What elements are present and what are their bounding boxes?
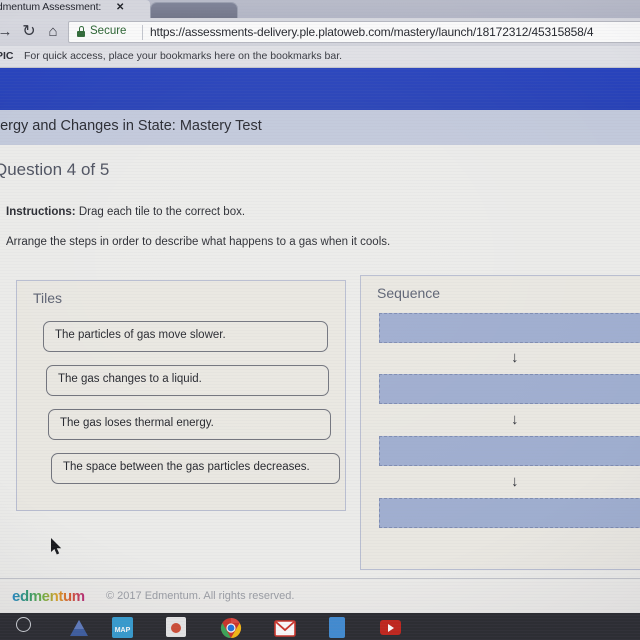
address-bar-divider xyxy=(142,25,143,40)
browser-toolbar: → ↻ ⌂ Secure https://assessments-deliver… xyxy=(0,18,640,46)
edmentum-logo: edmentum xyxy=(12,588,85,605)
assessment-title-band: nergy and Changes in State: Mastery Test xyxy=(0,110,640,145)
tile[interactable]: The particles of gas move slower. xyxy=(43,321,328,352)
docs-icon[interactable] xyxy=(326,617,348,639)
lock-icon xyxy=(77,26,85,37)
question-counter: Question 4 of 5 xyxy=(0,160,110,179)
tab-title: Edmentum Assessment: xyxy=(0,1,102,13)
screen-photo: Edmentum Assessment: ✕ → ↻ ⌂ Secure http… xyxy=(0,0,640,640)
maps-label: MAP xyxy=(112,617,133,638)
tile[interactable]: The space between the gas particles decr… xyxy=(51,453,340,484)
copyright-text: © 2017 Edmentum. All rights reserved. xyxy=(106,590,295,602)
sequence-dropzone[interactable] xyxy=(379,374,640,404)
bookmark-item[interactable]: PIC xyxy=(0,50,14,62)
home-icon[interactable]: ⌂ xyxy=(42,22,64,42)
instructions-text: Drag each tile to the correct box. xyxy=(75,206,246,218)
reload-icon[interactable]: ↻ xyxy=(18,22,40,42)
drive-icon[interactable] xyxy=(68,617,90,639)
sequence-dropzone[interactable] xyxy=(379,313,640,343)
assessment-page: nergy and Changes in State: Mastery Test… xyxy=(0,68,640,613)
bookmarks-hint-text: For quick access, place your bookmarks h… xyxy=(24,50,343,62)
url-text: https://assessments-delivery.ple.platowe… xyxy=(150,25,594,39)
tile-label: The gas changes to a liquid. xyxy=(58,373,202,385)
close-icon[interactable]: ✕ xyxy=(116,1,124,15)
instructions-line: Instructions: Drag each tile to the corr… xyxy=(6,206,245,218)
browser-tab-inactive[interactable] xyxy=(150,2,238,19)
question-prompt: Arrange the steps in order to describe w… xyxy=(6,236,391,248)
down-arrow-icon: ↓ xyxy=(511,411,519,428)
tiles-panel: Tiles The particles of gas move slower. … xyxy=(16,280,346,511)
sequence-dropzone[interactable] xyxy=(379,498,640,528)
photos-icon[interactable] xyxy=(166,617,188,639)
mouse-cursor-icon xyxy=(51,538,62,555)
bookmarks-bar: PIC For quick access, place your bookmar… xyxy=(0,46,640,68)
forward-icon[interactable]: → xyxy=(0,22,16,42)
gmail-icon[interactable] xyxy=(274,617,296,639)
app-header-bar xyxy=(0,68,640,110)
tile[interactable]: The gas changes to a liquid. xyxy=(46,365,329,396)
tile[interactable]: The gas loses thermal energy. xyxy=(48,409,331,440)
page-footer: edmentum © 2017 Edmentum. All rights res… xyxy=(0,581,640,613)
sequence-dropzone[interactable] xyxy=(379,436,640,466)
tile-label: The gas loses thermal energy. xyxy=(60,417,214,429)
page-title: nergy and Changes in State: Mastery Test xyxy=(0,118,262,134)
instructions-label: Instructions: xyxy=(6,206,76,218)
sequence-panel-label: Sequence xyxy=(377,285,441,301)
down-arrow-icon: ↓ xyxy=(511,473,519,490)
youtube-icon[interactable] xyxy=(380,617,402,639)
down-arrow-icon: ↓ xyxy=(511,349,519,366)
browser-tab-strip: Edmentum Assessment: ✕ xyxy=(0,0,640,19)
maps-icon[interactable]: MAP xyxy=(112,617,134,639)
os-taskbar: MAP xyxy=(0,613,640,640)
footer-divider xyxy=(0,578,640,579)
browser-tab-active[interactable]: Edmentum Assessment: ✕ xyxy=(0,0,150,18)
sequence-panel: Sequence ↓ ↓ ↓ xyxy=(360,275,640,570)
chrome-icon[interactable] xyxy=(220,617,242,639)
secure-label: Secure xyxy=(90,25,127,37)
search-icon[interactable] xyxy=(16,617,38,639)
address-bar[interactable]: Secure https://assessments-delivery.ple.… xyxy=(68,21,640,43)
tile-label: The space between the gas particles decr… xyxy=(63,461,310,473)
tile-label: The particles of gas move slower. xyxy=(55,329,226,341)
tiles-panel-label: Tiles xyxy=(33,290,63,306)
